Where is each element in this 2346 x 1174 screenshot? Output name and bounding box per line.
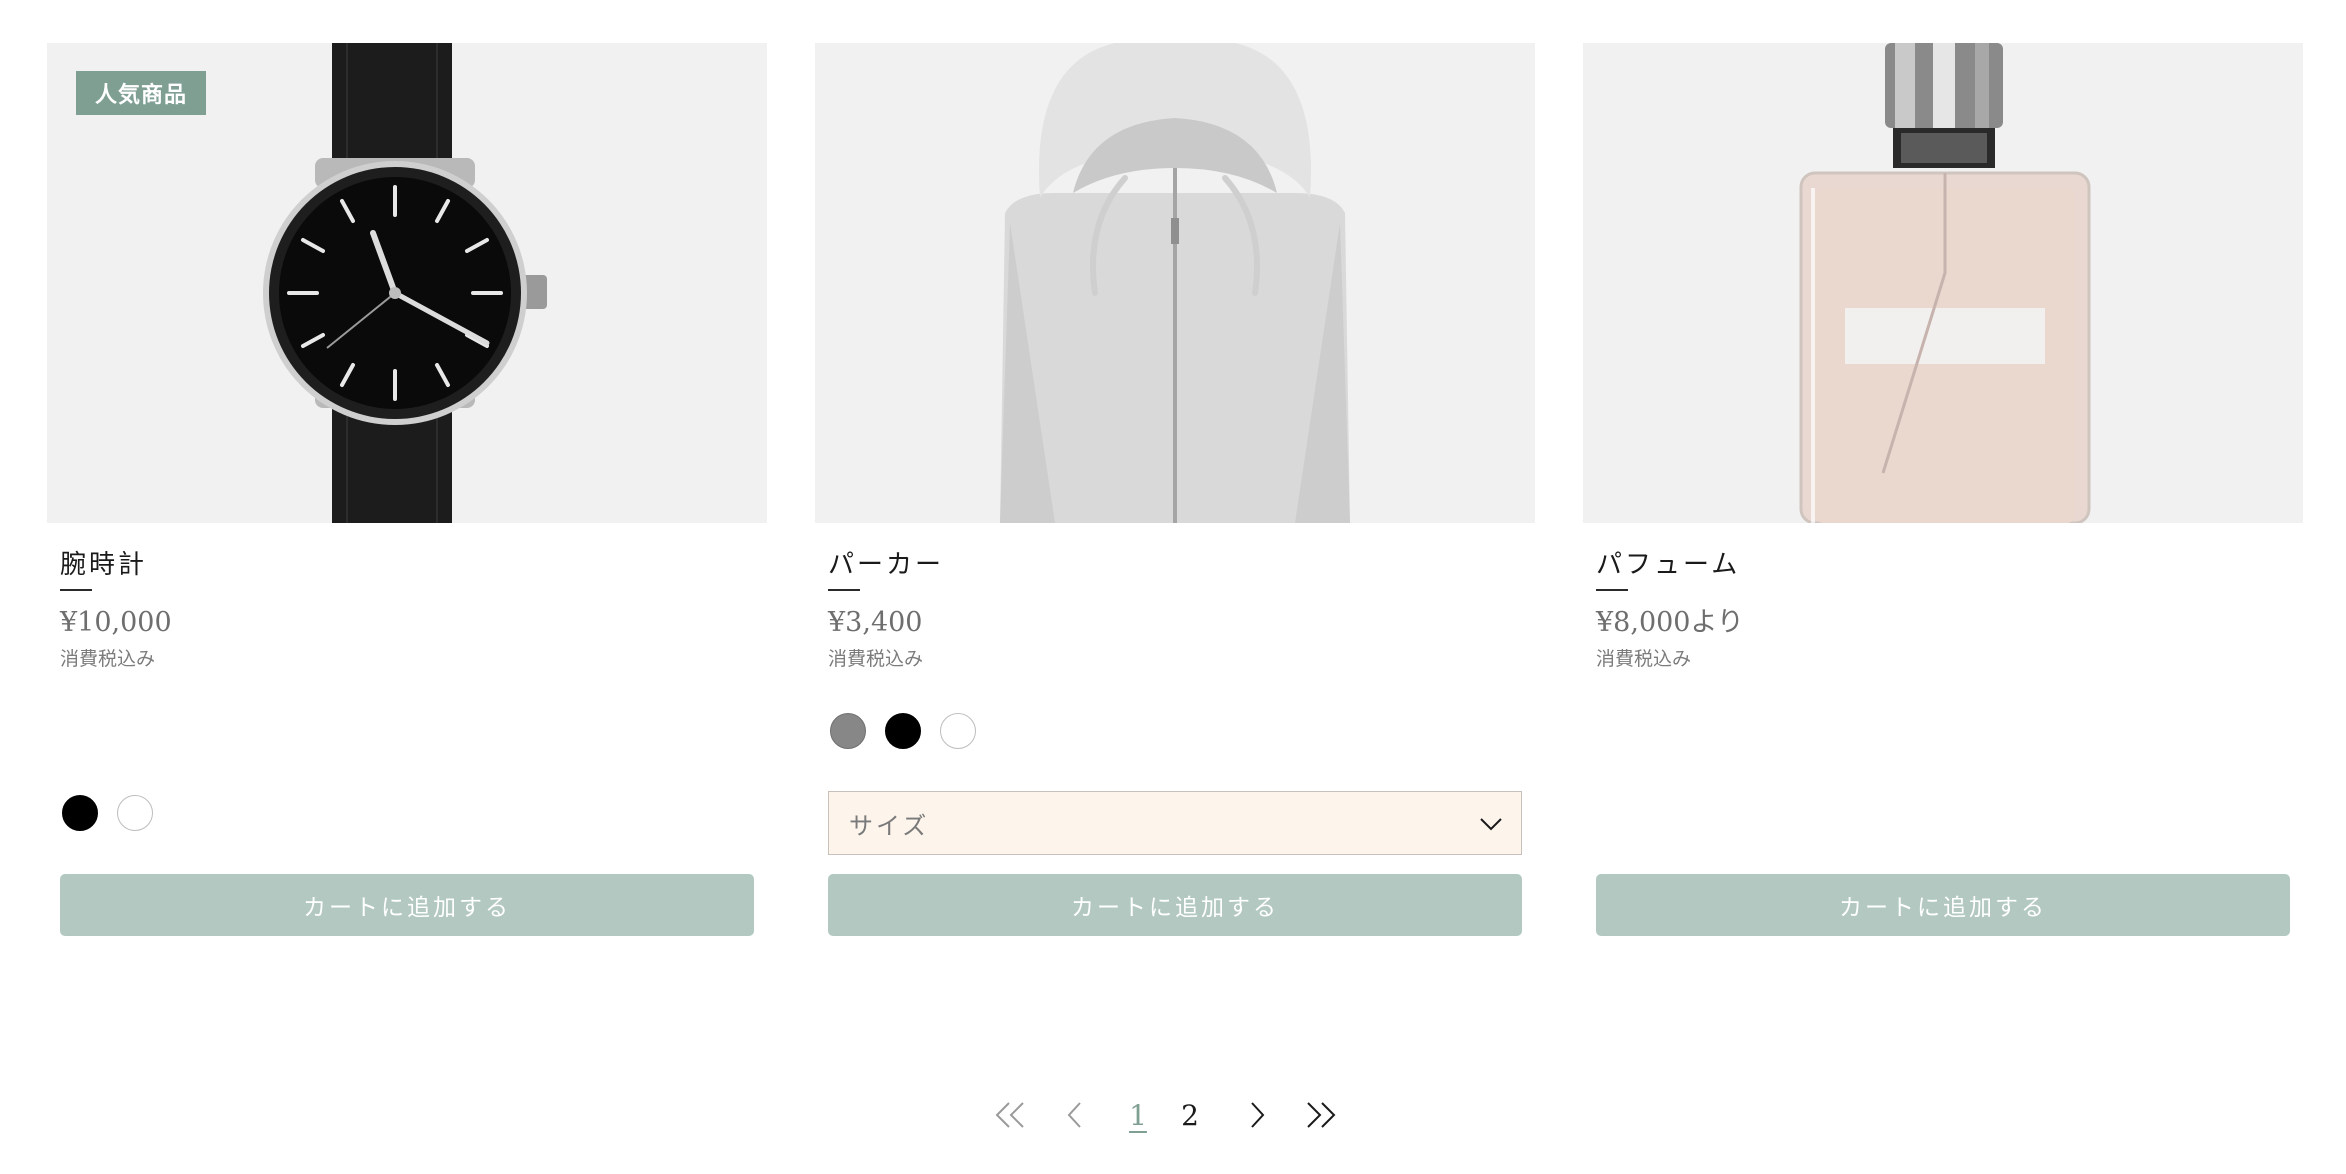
page-link-2[interactable]: 2 — [1170, 1090, 1210, 1140]
double-chevron-left-icon — [995, 1102, 1024, 1128]
popular-badge: 人気商品 — [76, 71, 207, 115]
product-info: パーカー ¥3,400 消費税込み — [815, 547, 1535, 673]
color-swatches — [62, 795, 153, 831]
previous-page-button[interactable] — [1052, 1090, 1098, 1140]
add-to-cart-button[interactable]: カートに追加する — [1596, 874, 2290, 936]
product-image-link[interactable]: 人気商品 — [47, 43, 767, 523]
wristwatch-image — [47, 43, 767, 523]
product-card-perfume: パフューム ¥8,000より 消費税込み カートに追加する — [1583, 43, 2303, 936]
product-grid: 人気商品 腕時計 ¥10,000 消費税込み カートに追加する パーカー ¥3,… — [47, 43, 2303, 936]
product-card-hoodie: パーカー ¥3,400 消費税込み サイズ カートに追加する — [815, 43, 1535, 936]
product-price: ¥10,000 — [60, 607, 172, 638]
product-name[interactable]: 腕時計 — [60, 547, 754, 583]
product-info: 腕時計 ¥10,000 消費税込み — [47, 547, 767, 673]
product-card-watch: 人気商品 腕時計 ¥10,000 消費税込み カートに追加する — [47, 43, 767, 936]
page-link-1[interactable]: 1 — [1118, 1090, 1158, 1140]
product-name[interactable]: パーカー — [828, 547, 1522, 583]
color-swatch-black[interactable] — [62, 795, 98, 831]
product-info: パフューム ¥8,000より 消費税込み — [1583, 547, 2303, 673]
first-page-button[interactable] — [990, 1090, 1030, 1140]
product-name[interactable]: パフューム — [1596, 547, 2290, 583]
color-swatch-black[interactable] — [885, 713, 921, 749]
color-swatch-gray[interactable] — [830, 713, 866, 749]
product-image-link[interactable] — [1583, 43, 2303, 523]
chevron-left-icon — [1067, 1102, 1081, 1128]
color-swatch-white[interactable] — [940, 713, 976, 749]
hoodie-image — [815, 43, 1535, 523]
chevron-right-icon — [1251, 1102, 1265, 1128]
double-chevron-right-icon — [1307, 1102, 1336, 1128]
title-divider — [60, 589, 92, 591]
title-divider — [828, 589, 860, 591]
size-select-placeholder: サイズ — [849, 811, 930, 840]
product-price: ¥3,400 — [828, 607, 923, 638]
tax-note: 消費税込み — [828, 648, 924, 670]
last-page-button[interactable] — [1298, 1090, 1344, 1140]
size-select[interactable]: サイズ — [828, 791, 1522, 855]
add-to-cart-button[interactable]: カートに追加する — [60, 874, 754, 936]
add-to-cart-button[interactable]: カートに追加する — [828, 874, 1522, 936]
product-image-link[interactable] — [815, 43, 1535, 523]
color-swatch-white[interactable] — [117, 795, 153, 831]
color-swatches — [830, 713, 976, 749]
product-price: ¥8,000より — [1596, 607, 1744, 638]
tax-note: 消費税込み — [1596, 648, 1692, 670]
pagination: 1 2 — [990, 1090, 1344, 1140]
perfume-image — [1583, 43, 2303, 523]
tax-note: 消費税込み — [60, 648, 156, 670]
next-page-button[interactable] — [1234, 1090, 1280, 1140]
chevron-down-icon — [1480, 818, 1502, 831]
title-divider — [1596, 589, 1628, 591]
